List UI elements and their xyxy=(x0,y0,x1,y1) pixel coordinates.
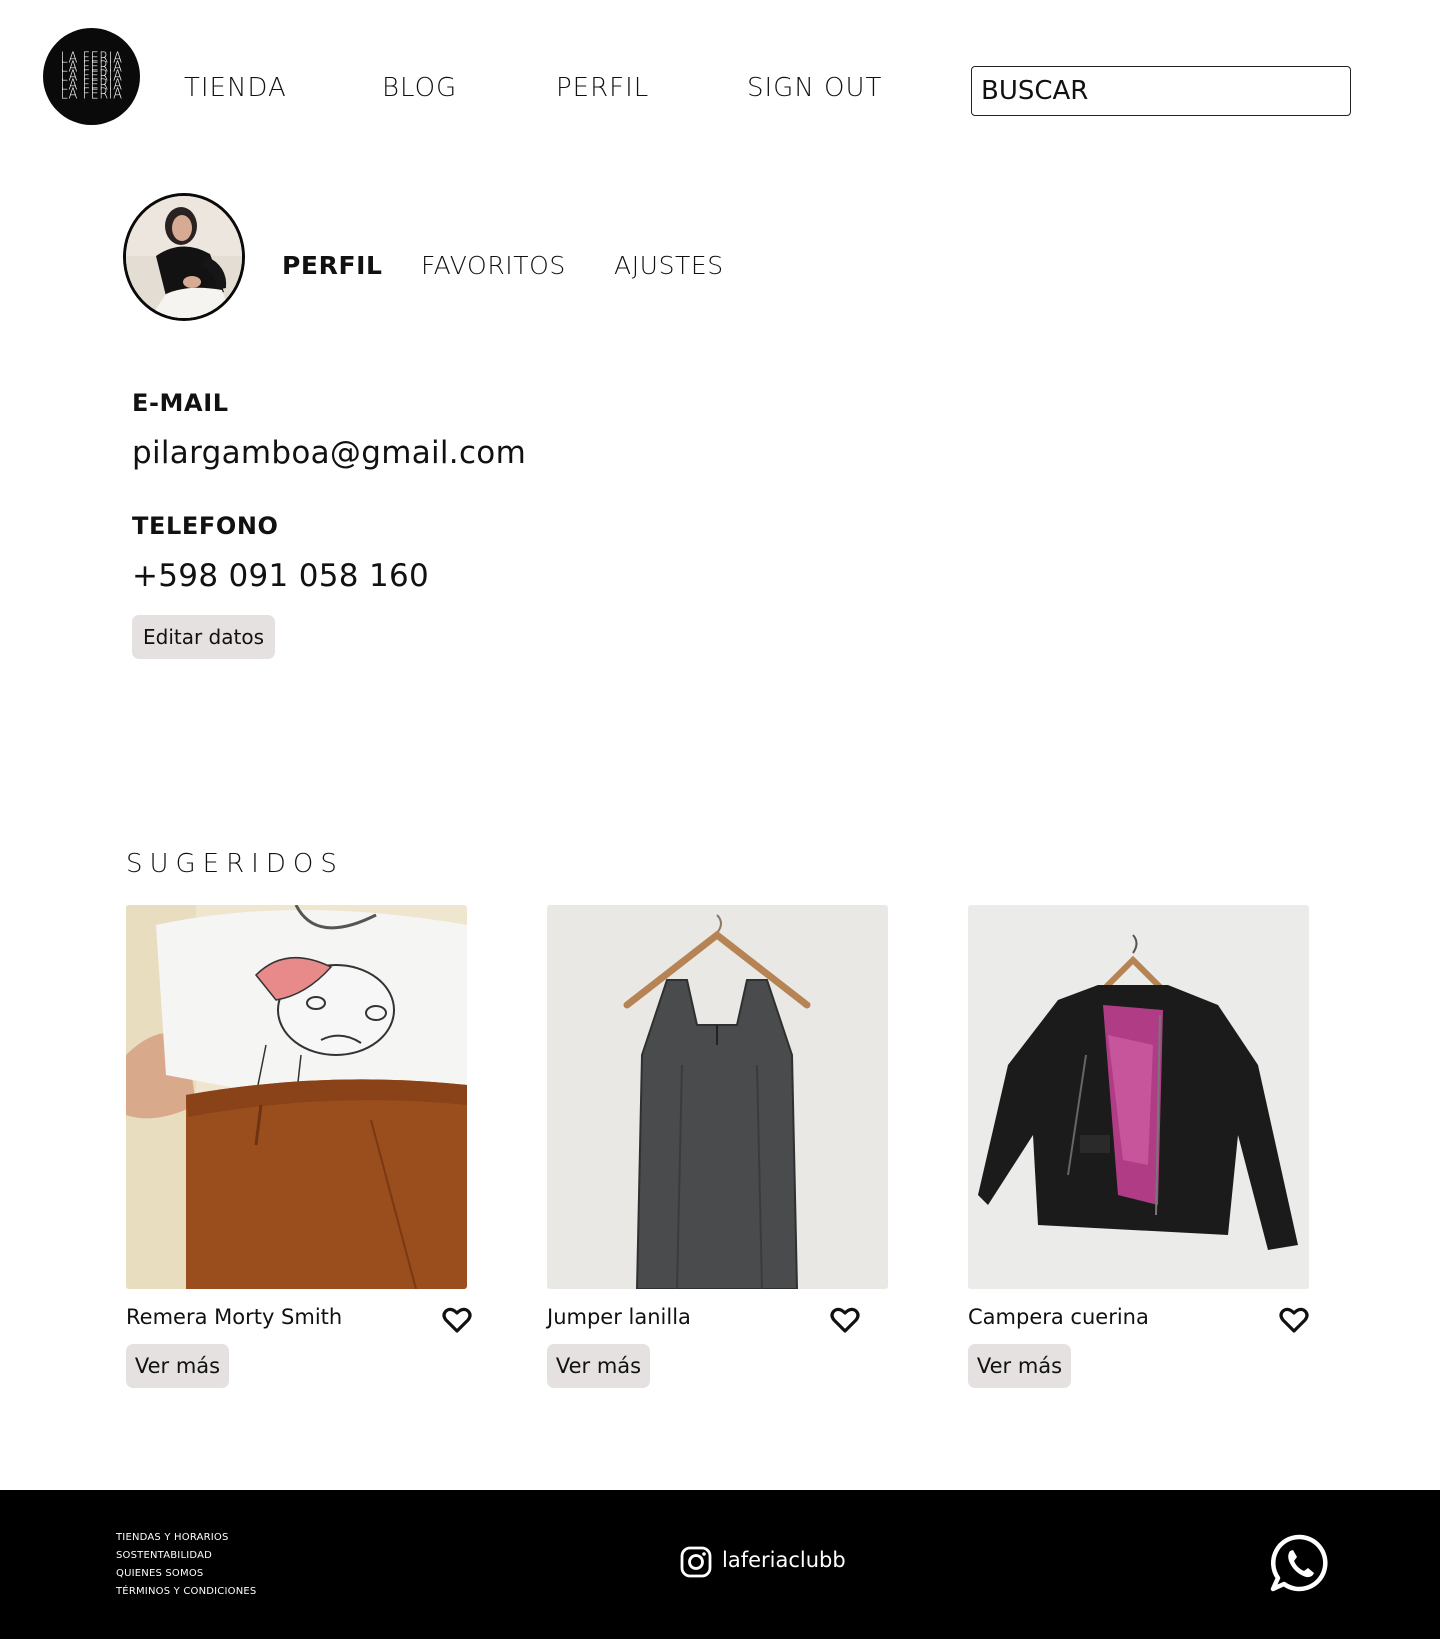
product-name: Remera Morty Smith xyxy=(126,1305,343,1329)
footer-link-quienes-somos[interactable]: QUIENES SOMOS xyxy=(116,1565,256,1583)
nav-tienda[interactable]: TIENDA xyxy=(184,73,287,103)
product-name: Jumper lanilla xyxy=(547,1305,691,1329)
nav-sign-out[interactable]: SIGN OUT xyxy=(747,73,882,103)
product-card: Jumper lanilla Ver más xyxy=(547,905,888,1388)
logo-text-line: LA FERIA xyxy=(60,85,123,104)
product-image[interactable] xyxy=(547,905,888,1289)
footer-links: TIENDAS Y HORARIOS SOSTENTABILIDAD QUIEN… xyxy=(116,1529,256,1601)
email-label: E-MAIL xyxy=(132,389,229,417)
heart-outline-icon[interactable] xyxy=(830,1306,860,1334)
product-card: Remera Morty Smith Ver más xyxy=(126,905,472,1388)
product-image[interactable] xyxy=(126,905,467,1289)
email-value: pilargamboa@gmail.com xyxy=(132,435,527,471)
instagram-icon[interactable] xyxy=(680,1546,712,1578)
footer-link-terminos[interactable]: TÉRMINOS Y CONDICIONES xyxy=(116,1583,256,1601)
edit-data-button[interactable]: Editar datos xyxy=(132,615,275,659)
avatar xyxy=(123,193,245,321)
footer-link-sostenibilidad[interactable]: SOSTENTABILIDAD xyxy=(116,1547,256,1565)
tab-ajustes[interactable]: AJUSTES xyxy=(614,251,724,280)
ver-mas-button[interactable]: Ver más xyxy=(968,1344,1071,1388)
ver-mas-button[interactable]: Ver más xyxy=(126,1344,229,1388)
nav-blog[interactable]: BLOG xyxy=(382,73,457,103)
tab-perfil[interactable]: PERFIL xyxy=(282,251,383,280)
footer-link-tiendas[interactable]: TIENDAS Y HORARIOS xyxy=(116,1529,256,1547)
nav-perfil[interactable]: PERFIL xyxy=(556,73,649,103)
phone-value: +598 091 058 160 xyxy=(132,558,430,594)
phone-label: TELEFONO xyxy=(132,512,279,540)
search-input[interactable] xyxy=(971,66,1351,116)
brand-logo[interactable]: LA FERIA LA FERIA LA FERIA LA FERIA LA F… xyxy=(43,28,140,125)
product-card: Campera cuerina Ver más xyxy=(968,905,1309,1388)
ver-mas-button[interactable]: Ver más xyxy=(547,1344,650,1388)
whatsapp-icon[interactable] xyxy=(1270,1533,1330,1593)
heart-outline-icon[interactable] xyxy=(1279,1306,1309,1334)
instagram-handle[interactable]: laferiaclubb xyxy=(722,1548,846,1572)
product-image[interactable] xyxy=(968,905,1309,1289)
suggested-title: SUGERIDOS xyxy=(126,849,344,879)
avatar-photo xyxy=(126,196,242,318)
tab-favoritos[interactable]: FAVORITOS xyxy=(421,251,566,280)
heart-outline-icon[interactable] xyxy=(442,1306,472,1334)
product-name: Campera cuerina xyxy=(968,1305,1149,1329)
footer: TIENDAS Y HORARIOS SOSTENTABILIDAD QUIEN… xyxy=(0,1490,1440,1639)
